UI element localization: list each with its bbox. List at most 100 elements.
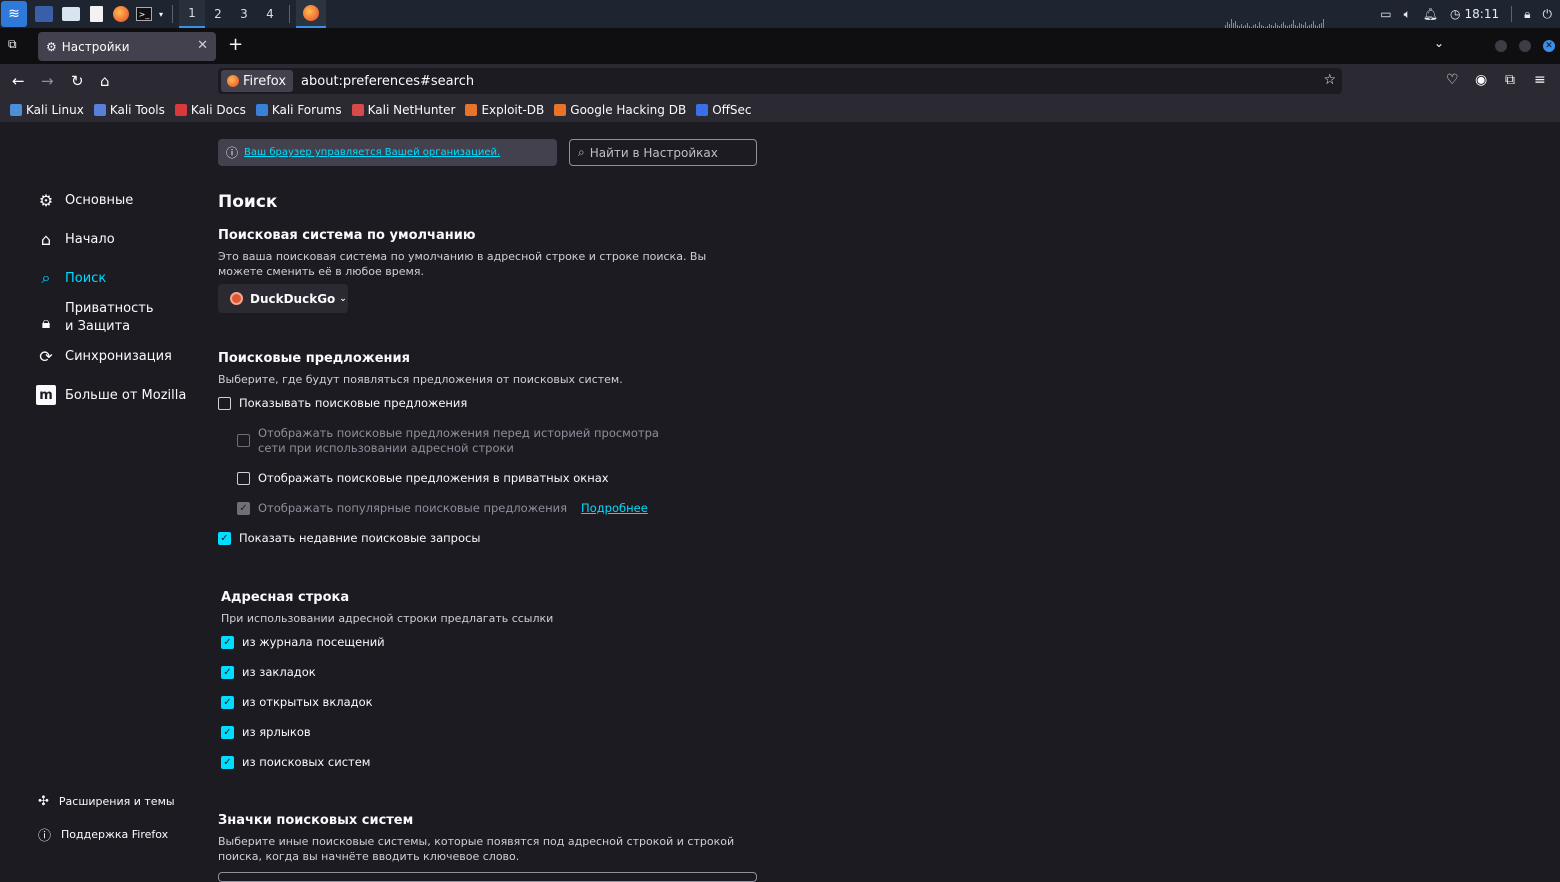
- bookmarks-suggestion-checkbox[interactable]: ✓ из закладок: [221, 665, 316, 680]
- tab-settings[interactable]: ⚙ Настройки ✕: [38, 32, 216, 61]
- bookmark-item[interactable]: Kali NetHunter: [351, 103, 456, 117]
- sidebar-item-search[interactable]: ⌕ Поиск: [36, 268, 107, 288]
- list-all-tabs-icon[interactable]: ⌄: [1434, 36, 1444, 50]
- back-arrow-icon[interactable]: ←: [12, 72, 25, 90]
- private-windows-suggestions-checkbox[interactable]: Отображать поисковые предложения в прива…: [237, 471, 609, 486]
- notification-bell-icon[interactable]: 🔔︎: [1423, 7, 1438, 21]
- sidebar-link-support[interactable]: ⓘ Поддержка Firefox: [38, 825, 168, 844]
- bookmark-favicon-icon: [174, 104, 187, 116]
- duckduckgo-icon: [230, 292, 243, 305]
- bookmark-item[interactable]: Exploit-DB: [465, 103, 544, 117]
- bookmark-item[interactable]: Kali Linux: [10, 103, 84, 117]
- close-tab-icon[interactable]: ✕: [197, 38, 208, 53]
- sidebar-item-mozilla[interactable]: m Больше от Mozilla: [36, 385, 186, 405]
- recent-searches-checkbox[interactable]: ✓ Показать недавние поисковые запросы: [218, 531, 480, 546]
- extensions-icon[interactable]: ⧉: [1505, 72, 1515, 88]
- checkbox[interactable]: [237, 434, 250, 447]
- clock[interactable]: 18:11: [1465, 7, 1500, 21]
- workspace-1[interactable]: 1: [179, 0, 205, 28]
- find-placeholder: Найти в Настройках: [589, 145, 718, 160]
- forward-arrow-icon[interactable]: →: [41, 72, 54, 90]
- file-manager-icon[interactable]: [62, 7, 80, 21]
- bookmark-favicon-icon: [10, 104, 22, 116]
- learn-more-link[interactable]: Подробнее: [581, 501, 648, 516]
- text-editor-icon[interactable]: [90, 6, 103, 22]
- navigation-bar: ← → ↻ ⌂ Firefox about:preferences#search…: [0, 64, 1560, 98]
- sidebar-link-addons[interactable]: ✣ Расширения и темы: [38, 794, 175, 809]
- default-engine-dropdown[interactable]: DuckDuckGo ⌄: [218, 284, 348, 313]
- trending-suggestions-checkbox[interactable]: ✓ Отображать популярные поисковые предло…: [237, 501, 648, 516]
- bookmark-star-icon[interactable]: ☆: [1323, 72, 1336, 88]
- sidebar-link-label: Поддержка Firefox: [61, 828, 169, 841]
- identity-box[interactable]: Firefox: [221, 70, 294, 92]
- bookmark-item[interactable]: Google Hacking DB: [554, 103, 686, 117]
- new-tab-button[interactable]: +: [228, 34, 243, 55]
- home-icon: ⌂: [40, 229, 52, 249]
- sidebar-item-label: Приватность и Защита: [65, 301, 154, 334]
- checkbox-label: из ярлыков: [242, 725, 311, 739]
- checkbox[interactable]: ✓: [221, 636, 234, 649]
- bookmark-item[interactable]: Kali Docs: [174, 103, 246, 117]
- menu-icon[interactable]: ≡: [1534, 72, 1546, 88]
- separator: [289, 5, 290, 23]
- firefox-window-button[interactable]: [296, 0, 326, 28]
- sidebar-item-privacy[interactable]: 🔒︎ Приватность и Защита: [36, 300, 165, 336]
- chevron-down-icon[interactable]: ▾: [156, 3, 166, 25]
- sidebar-item-home[interactable]: ⌂ Начало: [36, 229, 115, 249]
- suggestions-before-history-checkbox[interactable]: Отображать поисковые предложения перед и…: [237, 426, 697, 456]
- home-icon[interactable]: ⌂: [100, 72, 110, 90]
- checkbox[interactable]: ✓: [237, 502, 250, 515]
- engines-suggestion-checkbox[interactable]: ✓ из поисковых систем: [221, 755, 370, 770]
- search-shortcuts-heading: Значки поисковых систем: [218, 813, 414, 828]
- bookmark-item[interactable]: OffSec: [696, 103, 752, 117]
- volume-icon[interactable]: 🔈︎: [1404, 7, 1411, 22]
- history-suggestion-checkbox[interactable]: ✓ из журнала посещений: [221, 635, 385, 650]
- open-tabs-suggestion-checkbox[interactable]: ✓ из открытых вкладок: [221, 695, 373, 710]
- lock-screen-icon[interactable]: 🔒︎: [1524, 7, 1530, 22]
- firefox-icon: [227, 75, 239, 87]
- bookmark-favicon-icon: [351, 104, 364, 116]
- workspace-3[interactable]: 3: [231, 0, 257, 28]
- bookmark-item[interactable]: Kali Tools: [93, 103, 165, 117]
- help-icon: ⓘ: [38, 829, 52, 844]
- kali-menu-icon[interactable]: ≋: [1, 1, 27, 27]
- checkbox[interactable]: ✓: [221, 696, 234, 709]
- firefox-view-icon[interactable]: ⧉: [8, 37, 17, 52]
- workspace-2[interactable]: 2: [205, 0, 231, 28]
- system-taskbar: ≋ >_ ▾ 1 2 3 4 ▭ 🔈︎ 🔔︎ ◷ 18:11 🔒︎ ⏻: [0, 0, 1560, 28]
- sidebar-item-general[interactable]: ⚙ Основные: [36, 190, 133, 210]
- bookmark-label: Kali NetHunter: [367, 103, 456, 117]
- checkbox[interactable]: ✓: [221, 666, 234, 679]
- preferences-page: ⚙ Основные ⌂ Начало ⌕ Поиск 🔒︎ Приватнос…: [0, 122, 1560, 882]
- checkbox[interactable]: ✓: [221, 726, 234, 739]
- workspace-4[interactable]: 4: [257, 0, 283, 28]
- display-icon[interactable]: ▭: [1380, 7, 1391, 21]
- maximize-button[interactable]: [1519, 40, 1531, 52]
- find-in-settings-input[interactable]: ⌕ Найти в Настройках: [569, 139, 757, 166]
- terminal-icon[interactable]: >_: [136, 7, 152, 21]
- lock-icon: 🔒︎: [41, 313, 51, 332]
- checkbox[interactable]: ✓: [221, 756, 234, 769]
- bookmark-label: Kali Docs: [190, 103, 246, 117]
- checkbox-label: из закладок: [242, 665, 316, 679]
- pocket-icon[interactable]: ♡: [1446, 72, 1459, 88]
- network-graph: [1225, 14, 1355, 28]
- url-text[interactable]: about:preferences#search: [301, 74, 474, 89]
- power-icon[interactable]: ⏻: [1543, 7, 1553, 22]
- minimize-button[interactable]: [1495, 40, 1507, 52]
- checkbox[interactable]: ✓: [218, 532, 231, 545]
- policy-link[interactable]: Ваш браузер управляется Вашей организаци…: [244, 147, 500, 158]
- bookmark-label: Exploit-DB: [481, 103, 545, 117]
- bookmark-item[interactable]: Kali Forums: [255, 103, 342, 117]
- show-suggestions-checkbox[interactable]: Показывать поисковые предложения: [218, 396, 467, 411]
- show-desktop-icon[interactable]: [35, 6, 53, 22]
- url-bar[interactable]: Firefox about:preferences#search ☆: [218, 68, 1342, 94]
- firefox-launcher-icon[interactable]: [110, 3, 132, 25]
- checkbox[interactable]: [237, 472, 250, 485]
- close-window-button[interactable]: ✕: [1543, 40, 1555, 52]
- shortcuts-suggestion-checkbox[interactable]: ✓ из ярлыков: [221, 725, 311, 740]
- checkbox[interactable]: [218, 397, 231, 410]
- account-icon[interactable]: ◉: [1475, 72, 1487, 88]
- sidebar-item-sync[interactable]: ⟳ Синхронизация: [36, 346, 172, 366]
- reload-icon[interactable]: ↻: [71, 72, 84, 90]
